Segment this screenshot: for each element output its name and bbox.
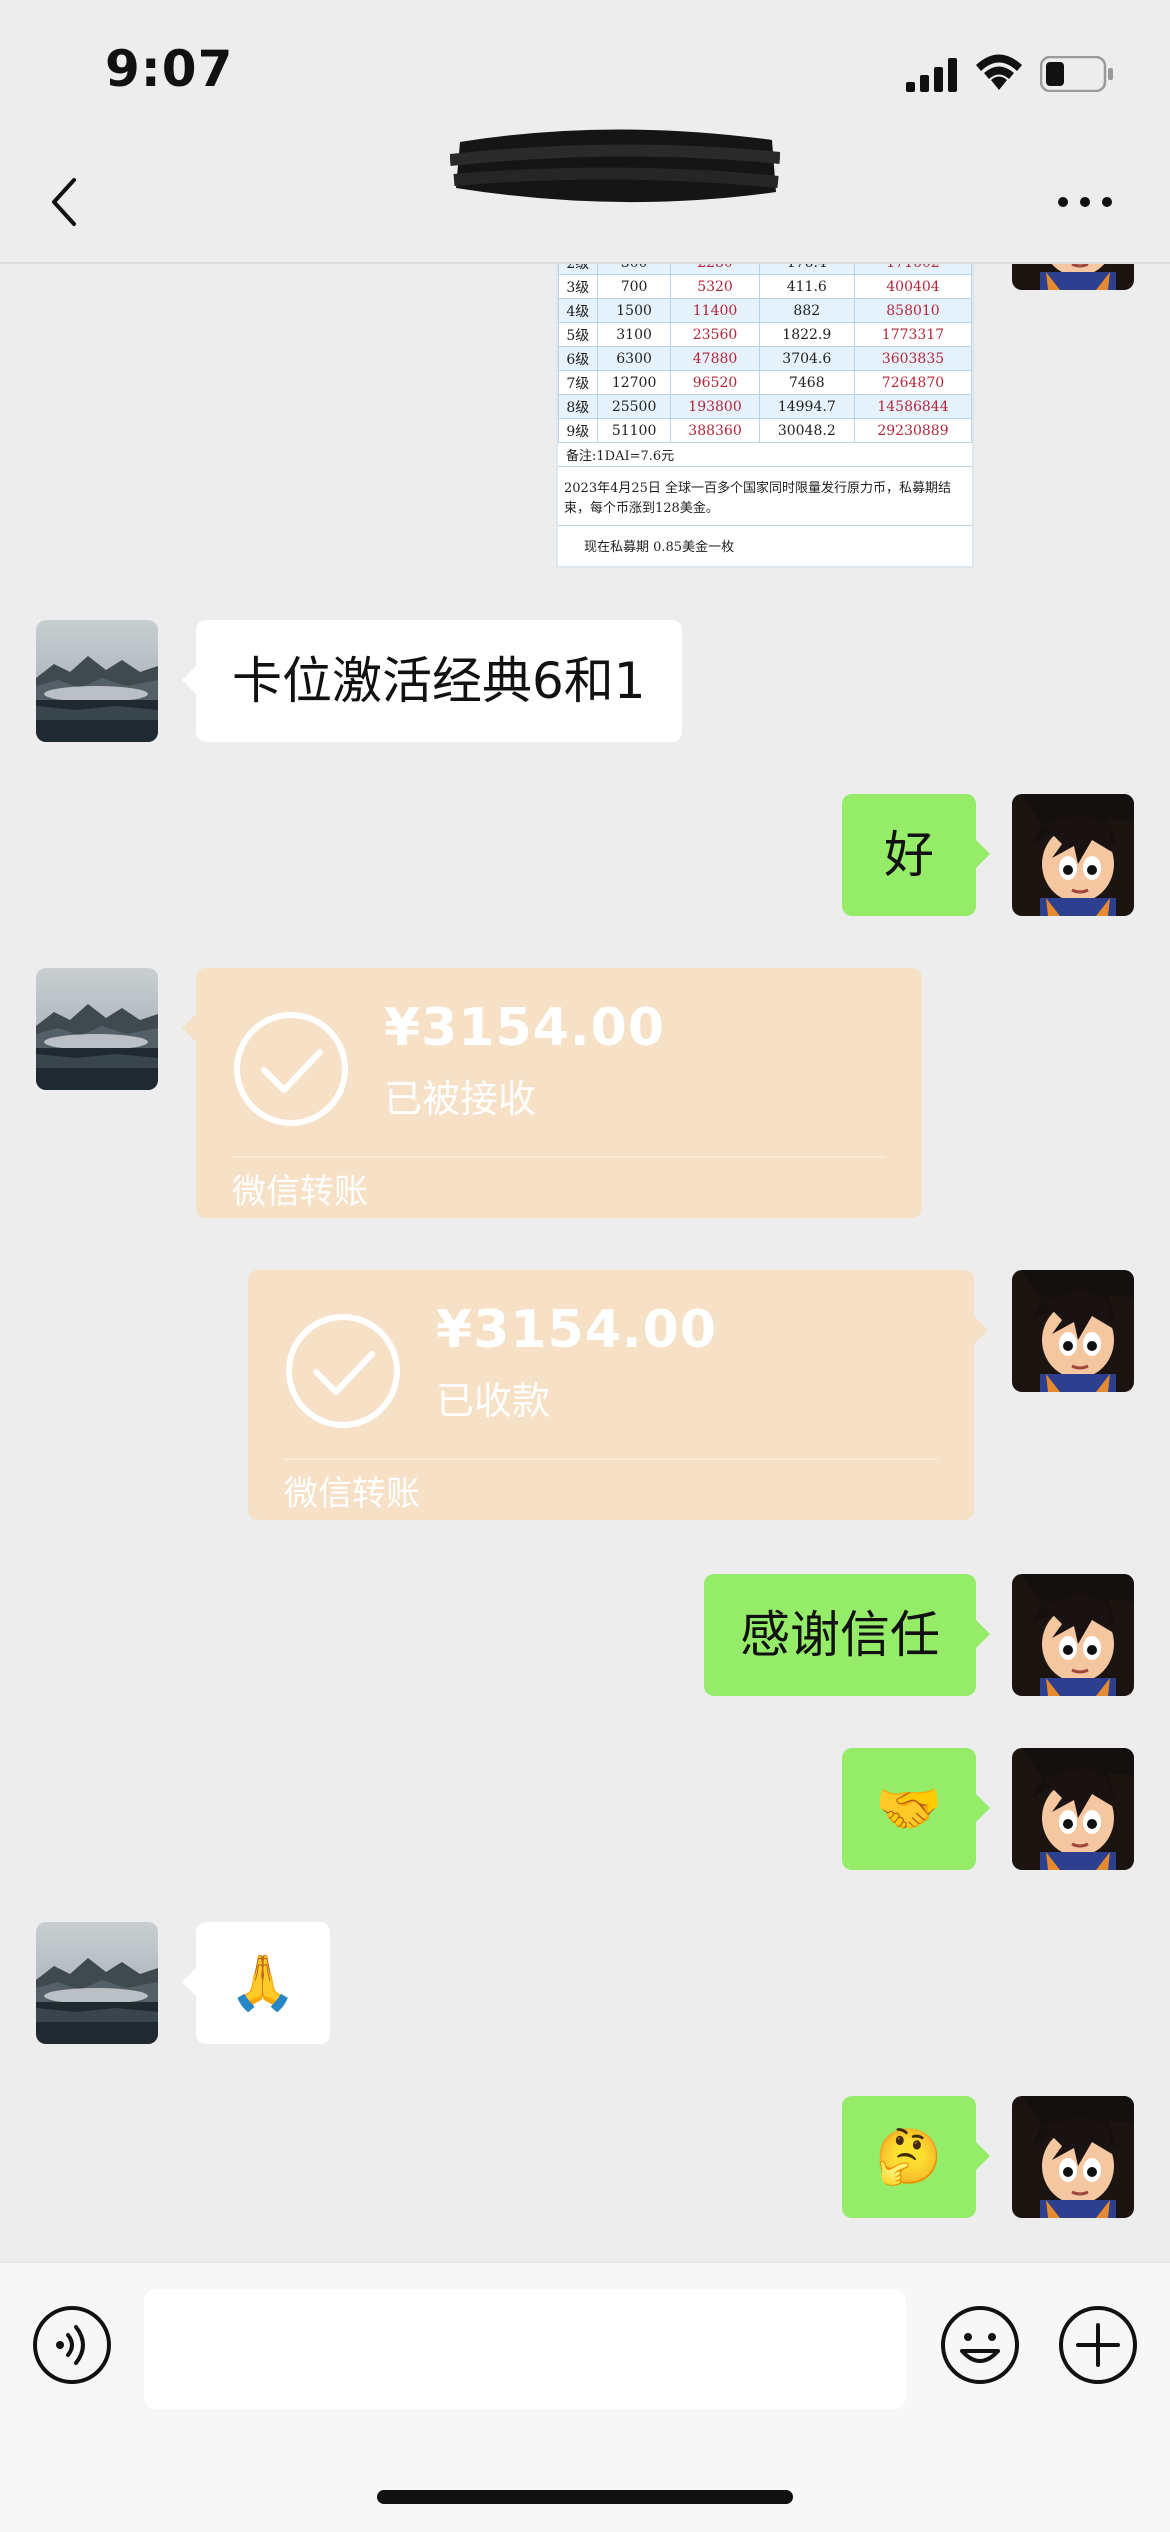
status-time: 9:07 [105, 40, 234, 98]
home-indicator [377, 2490, 793, 2504]
table-cell: 51100 [596, 418, 672, 443]
table-cell: 23560 [670, 322, 760, 347]
table-row: 7级 12700 96520 7468 7264870 [558, 370, 972, 395]
table-cell: 29230889 [853, 418, 972, 443]
message-input[interactable] [144, 2289, 906, 2409]
check-circle-icon [234, 1012, 348, 1126]
divider [232, 1156, 886, 1158]
avatar-contact[interactable] [36, 968, 158, 1090]
table-cell: 1773317 [853, 322, 972, 347]
table-row: 9级 51100 388360 30048.2 29230889 [558, 418, 972, 443]
table-cell: 6级 [558, 346, 598, 371]
voice-icon[interactable] [32, 2305, 112, 2385]
avatar-self[interactable] [1012, 1574, 1134, 1696]
table-cell: 3603835 [853, 346, 972, 371]
image-note: 备注:1DAI=7.6元 [558, 443, 972, 467]
avatar-self[interactable] [1012, 2096, 1134, 2218]
avatar-self[interactable] [1012, 1748, 1134, 1870]
table-cell: 7468 [758, 370, 855, 395]
table-cell: 14994.7 [758, 394, 855, 419]
redaction-scribble [450, 129, 780, 203]
table-cell: 388360 [670, 418, 760, 443]
table-cell: 882 [758, 298, 855, 323]
smiley-icon[interactable] [940, 2305, 1020, 2385]
message-bubble[interactable]: 卡位激活经典6和1 [182, 620, 682, 742]
table-cell: 8级 [558, 394, 598, 419]
table-cell: 3100 [596, 322, 672, 347]
message-bubble[interactable]: 感谢信任 [704, 1574, 990, 1696]
table-row: 5级 3100 23560 1822.9 1773317 [558, 322, 972, 347]
table-cell: 5320 [670, 274, 760, 299]
image-table: 2级3002280176.41716023级7005320411.6400404… [558, 250, 972, 443]
table-cell: 30048.2 [758, 418, 855, 443]
table-cell: 9级 [558, 418, 598, 443]
table-cell: 12700 [596, 370, 672, 395]
check-circle-icon [286, 1314, 400, 1428]
avatar-self-partial [1012, 262, 1134, 290]
table-cell: 700 [596, 274, 672, 299]
table-cell: 25500 [596, 394, 672, 419]
table-cell: 47880 [670, 346, 760, 371]
table-row: 4级 1500 11400 882 858010 [558, 298, 972, 323]
transfer-card[interactable]: ¥3154.00 已收款 微信转账 [248, 1270, 988, 1520]
avatar-self[interactable] [1012, 1270, 1134, 1392]
table-cell: 193800 [670, 394, 760, 419]
shared-image[interactable]: 2级3002280176.41716023级7005320411.6400404… [556, 250, 974, 568]
table-cell: 5级 [558, 322, 598, 347]
folded-hands-icon: 🙏 [229, 1951, 297, 2014]
table-cell: 4级 [558, 298, 598, 323]
table-cell: 14586844 [853, 394, 972, 419]
signal-bars-icon [906, 58, 957, 92]
emoji-bubble[interactable]: 🤝 [842, 1748, 990, 1870]
table-cell: 400404 [853, 274, 972, 299]
transfer-status: 已收款 [436, 1379, 551, 1423]
table-row: 8级 25500 193800 14994.7 14586844 [558, 394, 972, 419]
wifi-icon [976, 54, 1022, 90]
status-bar: 9:07 [0, 0, 1170, 140]
emoji-bubble[interactable]: 🤔 [842, 2096, 990, 2218]
ellipsis-icon[interactable] [1056, 192, 1114, 212]
chevron-left-icon[interactable] [40, 170, 90, 234]
transfer-card[interactable]: ¥3154.00 已被接收 微信转账 [182, 968, 922, 1218]
table-cell: 411.6 [758, 274, 855, 299]
image-footer: 现在私募期 0.85美金一枚 [584, 540, 735, 555]
table-cell: 7264870 [853, 370, 972, 395]
table-cell: 11400 [670, 298, 760, 323]
transfer-status: 已被接收 [384, 1077, 537, 1121]
table-cell: 7级 [558, 370, 598, 395]
avatar-contact[interactable] [36, 620, 158, 742]
transfer-label: 微信转账 [232, 1172, 368, 1212]
table-cell: 6300 [596, 346, 672, 371]
avatar-self[interactable] [1012, 794, 1134, 916]
table-cell: 1500 [596, 298, 672, 323]
transfer-label: 微信转账 [284, 1474, 420, 1514]
divider [284, 1458, 938, 1460]
battery-icon [1040, 56, 1113, 92]
handshake-icon: 🤝 [875, 1777, 943, 1840]
image-paragraph: 2023年4月25日 全球一百多个国家同时限量发行原力币，私募期结束，每个币涨到… [558, 467, 972, 526]
thinking-face-icon: 🤔 [875, 2125, 943, 2188]
table-cell: 96520 [670, 370, 760, 395]
table-cell: 3704.6 [758, 346, 855, 371]
plus-circle-icon[interactable] [1058, 2305, 1138, 2385]
emoji-bubble[interactable]: 🙏 [182, 1922, 330, 2044]
table-cell: 1822.9 [758, 322, 855, 347]
message-bubble[interactable]: 好 [842, 794, 990, 916]
table-cell: 858010 [853, 298, 972, 323]
transfer-amount: ¥3154.00 [384, 998, 666, 1058]
table-cell: 3级 [558, 274, 598, 299]
avatar-contact[interactable] [36, 1922, 158, 2044]
table-row: 6级 6300 47880 3704.6 3603835 [558, 346, 972, 371]
transfer-amount: ¥3154.00 [436, 1300, 718, 1360]
table-row: 3级 700 5320 411.6 400404 [558, 274, 972, 299]
